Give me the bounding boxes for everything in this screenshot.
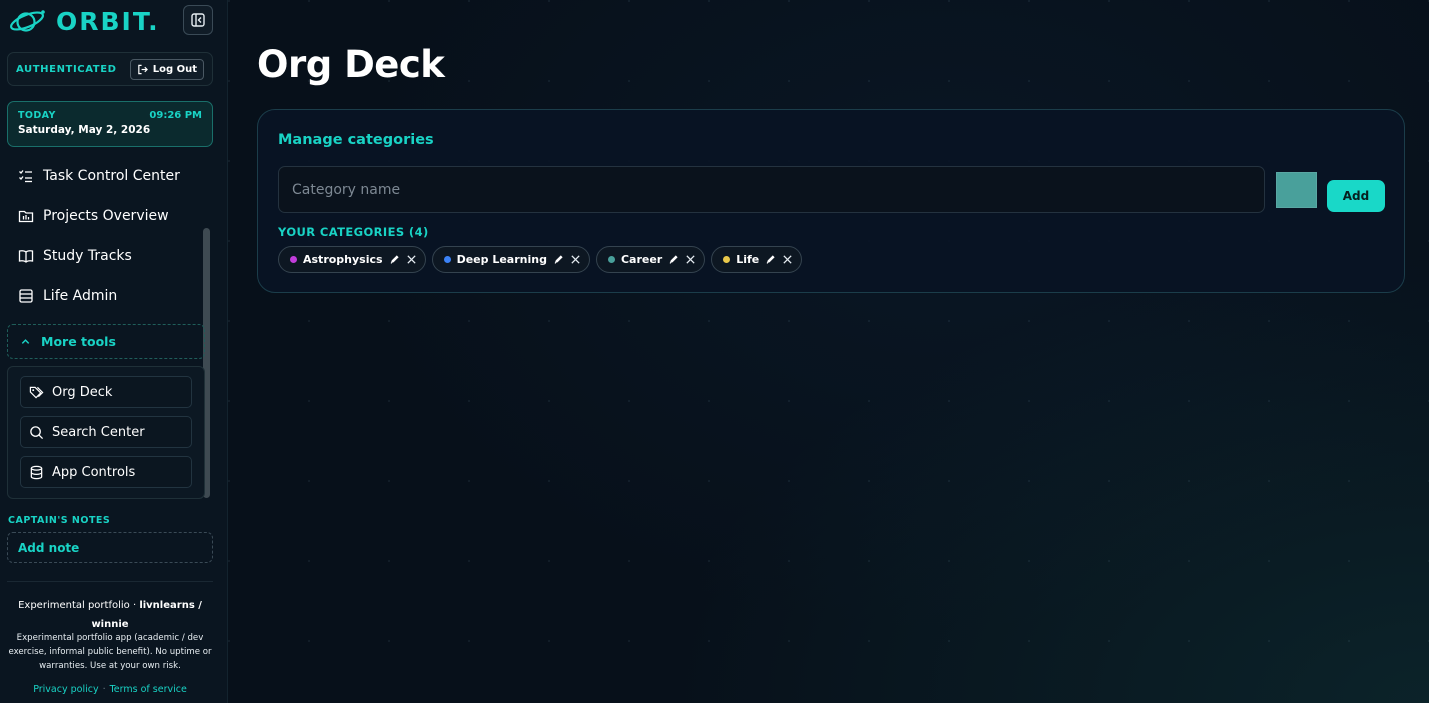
captains-notes-heading: CAPTAIN'S NOTES: [8, 515, 111, 526]
database-icon: [30, 465, 43, 479]
current-time: 09:26 PM: [149, 110, 202, 121]
nav-label: Life Admin: [43, 288, 118, 304]
chevron-up-icon: [21, 339, 30, 344]
search-icon: [30, 425, 44, 439]
nav-label: Task Control Center: [43, 168, 180, 184]
book-icon: [18, 250, 34, 263]
delete-x-icon[interactable]: [782, 254, 793, 265]
list-icon: [19, 289, 33, 303]
category-chip-astrophysics: Astrophysics: [278, 246, 426, 273]
category-color-dot: [607, 256, 615, 263]
category-chip-deep-learning: Deep Learning: [431, 246, 590, 273]
today-card: TODAY 09:26 PM Saturday, May 2, 2026: [7, 101, 213, 147]
edit-pencil-icon[interactable]: [553, 254, 564, 265]
category-chip-list: Astrophysics Deep Learning Career Life: [278, 246, 803, 273]
today-label: TODAY: [18, 110, 56, 121]
tool-label: Org Deck: [52, 384, 113, 400]
page-title: Org Deck: [257, 43, 445, 86]
delete-x-icon[interactable]: [570, 254, 581, 265]
category-name: Deep Learning: [456, 253, 547, 266]
more-tools-label: More tools: [41, 334, 116, 349]
category-name: Career: [620, 253, 663, 266]
tool-label: Search Center: [52, 424, 145, 440]
edit-pencil-icon[interactable]: [668, 254, 679, 265]
category-color-picker[interactable]: [1276, 172, 1317, 208]
footer-link-separator: ·: [102, 684, 106, 695]
logout-label: Log Out: [152, 63, 197, 75]
brand-logo[interactable]: ORBIT.: [8, 5, 160, 37]
tool-label: App Controls: [52, 464, 136, 480]
category-name-input[interactable]: [278, 166, 1265, 213]
checklist-icon: [19, 170, 32, 183]
add-category-button[interactable]: Add: [1327, 180, 1385, 212]
main-content: Org Deck Manage categories Add YOUR CATE…: [228, 0, 1429, 703]
nav-item-task-control-center[interactable]: Task Control Center: [18, 165, 180, 187]
tool-item-app-controls[interactable]: App Controls: [20, 456, 192, 488]
projects-icon: [18, 210, 34, 223]
category-chip-career: Career: [595, 246, 706, 273]
footer-disclaimer: Experimental portfolio app (academic / d…: [8, 633, 212, 671]
footer-title-prefix: Experimental portfolio ·: [18, 600, 140, 611]
nav-label: Study Tracks: [43, 248, 132, 264]
logout-icon: [137, 64, 148, 74]
current-date: Saturday, May 2, 2026: [18, 124, 151, 136]
nav-item-life-admin[interactable]: Life Admin: [18, 285, 117, 307]
terms-of-service-link[interactable]: Terms of service: [110, 684, 187, 695]
tool-item-search-center[interactable]: Search Center: [20, 416, 192, 448]
manage-categories-heading: Manage categories: [278, 132, 434, 148]
tags-icon: [29, 386, 44, 399]
add-note-button[interactable]: Add note: [7, 532, 213, 563]
delete-x-icon[interactable]: [685, 254, 696, 265]
sidebar-collapse-button[interactable]: [183, 5, 213, 35]
category-color-dot: [290, 256, 297, 263]
category-chip-life: Life: [711, 246, 803, 273]
sidebar: ORBIT. AUTHENTICATED Log Out TODAY 09:26…: [0, 0, 228, 703]
auth-status-label: AUTHENTICATED: [16, 63, 117, 75]
manage-categories-panel: Manage categories Add YOUR CATEGORIES (4…: [257, 109, 1405, 293]
tool-item-org-deck[interactable]: Org Deck: [20, 376, 192, 408]
planet-icon: [9, 10, 45, 32]
delete-x-icon[interactable]: [406, 254, 417, 265]
footer-title: Experimental portfolio · livnlearns / wi…: [8, 596, 212, 634]
nav-label: Projects Overview: [43, 208, 169, 224]
category-color-dot: [723, 256, 731, 263]
edit-pencil-icon[interactable]: [765, 254, 776, 265]
category-name: Astrophysics: [303, 253, 383, 266]
nav-item-projects-overview[interactable]: Projects Overview: [18, 205, 169, 227]
edit-pencil-icon[interactable]: [389, 254, 400, 265]
sidebar-divider: [7, 581, 213, 582]
category-name: Life: [736, 253, 760, 266]
nav-item-study-tracks[interactable]: Study Tracks: [18, 245, 132, 267]
footer-links: Privacy policy · Terms of service: [8, 684, 212, 695]
your-categories-heading: YOUR CATEGORIES (4): [278, 225, 429, 239]
auth-status: AUTHENTICATED Log Out: [7, 52, 213, 86]
privacy-policy-link[interactable]: Privacy policy: [33, 684, 98, 695]
category-color-dot: [443, 256, 451, 263]
logout-button[interactable]: Log Out: [129, 58, 204, 80]
more-tools-panel: Org Deck Search Center App Controls: [7, 366, 205, 499]
more-tools-toggle[interactable]: More tools: [7, 324, 205, 359]
brand-name: ORBIT.: [56, 6, 160, 36]
collapse-sidebar-icon: [191, 13, 205, 27]
